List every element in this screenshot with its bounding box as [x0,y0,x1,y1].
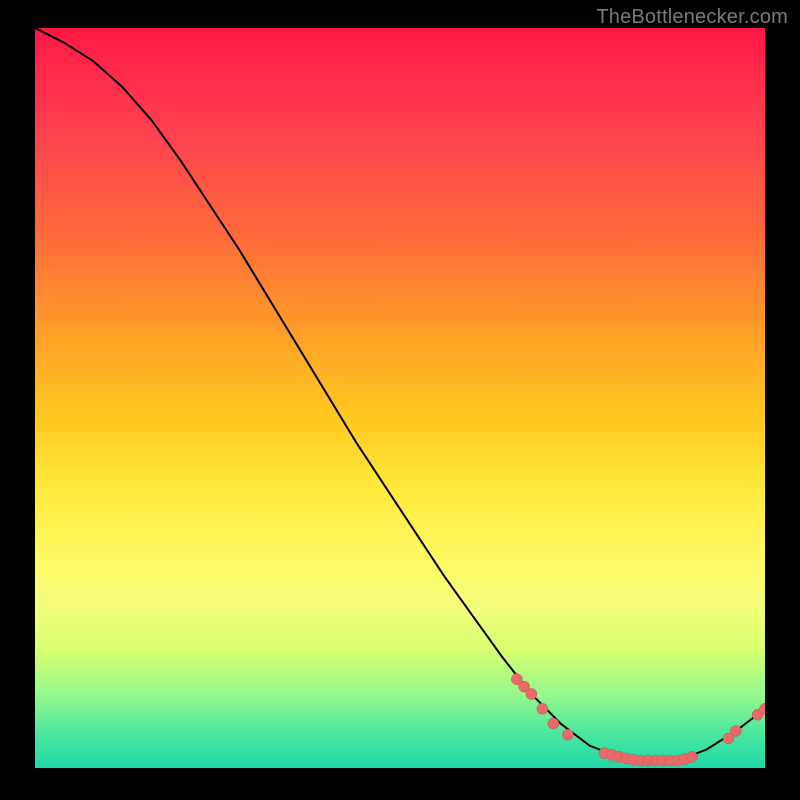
data-marker [548,718,559,729]
series-label: NVIDIA GeForce [608,755,681,765]
chart-root: TheBottlenecker.com NVIDIA GeForce [0,0,800,800]
marker-group [511,674,765,766]
data-marker [730,726,741,737]
plot-area: NVIDIA GeForce [35,28,765,768]
data-marker [537,703,548,714]
watermark-text: TheBottlenecker.com [596,6,788,29]
data-marker [687,751,698,762]
marker-layer [35,28,765,768]
data-marker [526,689,537,700]
data-marker [562,729,573,740]
